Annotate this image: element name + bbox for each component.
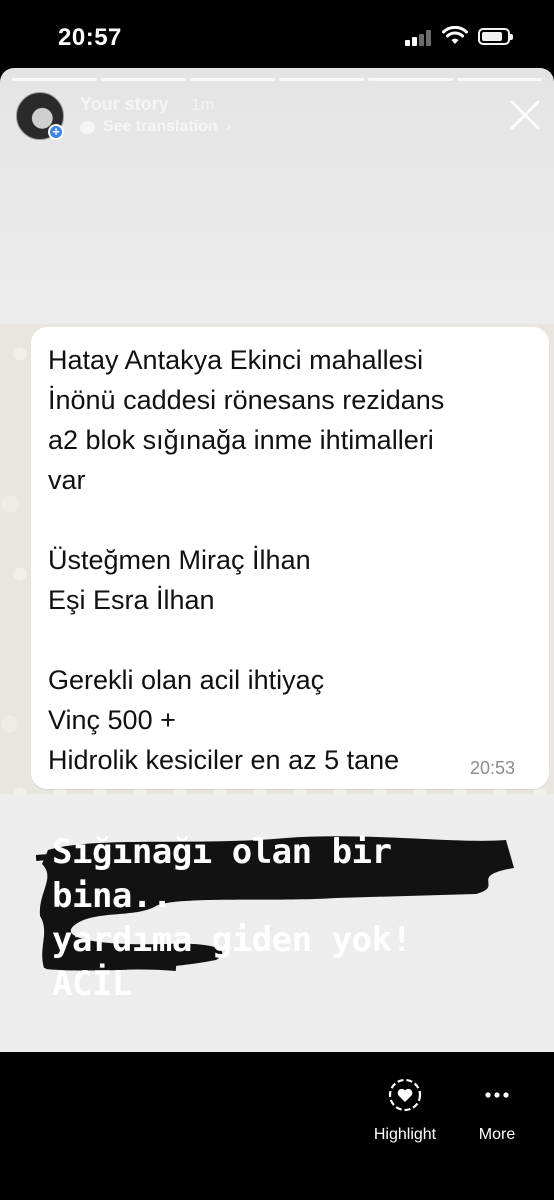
see-translation-label: See translation: [103, 118, 218, 135]
translation-bubble-icon: [80, 120, 95, 134]
add-story-icon[interactable]: +: [48, 124, 64, 140]
status-time: 20:57: [58, 24, 122, 51]
close-icon[interactable]: [508, 98, 542, 132]
more-label: More: [478, 1126, 516, 1143]
caption-text: Sığınağı olan bir bina.. yardıma giden y…: [52, 832, 412, 1004]
story-card: + Your story 1m See translation › Hatay …: [0, 68, 554, 1052]
chat-message-text: Hatay Antakya Ekinci mahallesi İnönü cad…: [48, 345, 445, 775]
heart-highlight-icon: [388, 1078, 422, 1112]
see-translation-button[interactable]: See translation ›: [80, 118, 231, 136]
highlight-label: Highlight: [373, 1126, 437, 1143]
chat-message-timestamp: 20:53: [470, 758, 516, 778]
story-action-bar: Highlight More: [0, 1052, 554, 1200]
story-progress-bar: [12, 78, 542, 81]
highlight-button[interactable]: Highlight: [366, 1077, 444, 1144]
status-bar: 20:57: [0, 0, 554, 70]
chevron-right-icon: ›: [225, 118, 232, 135]
cellular-signal-icon: [405, 30, 435, 46]
story-owner-name[interactable]: Your story: [80, 94, 169, 115]
story-time-ago: 1m: [191, 95, 215, 114]
wifi-icon: [442, 26, 468, 44]
more-dots-icon: [485, 1092, 509, 1098]
battery-icon: [478, 28, 513, 45]
more-button[interactable]: More: [466, 1077, 528, 1144]
